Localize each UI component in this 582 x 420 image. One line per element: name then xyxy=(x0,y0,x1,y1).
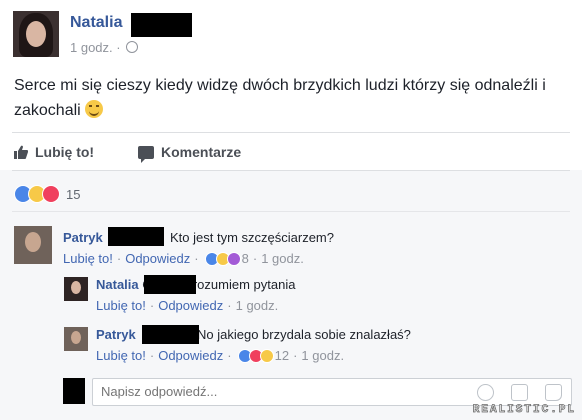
reply-input[interactable] xyxy=(93,379,469,403)
like-icon xyxy=(14,145,28,159)
watermark: REALISTIC.PL xyxy=(472,404,576,417)
comment-reactions-icon[interactable] xyxy=(204,251,241,266)
globe-icon xyxy=(126,41,139,53)
camera-icon[interactable] xyxy=(511,384,528,401)
comment-text: No jakiego brzydala sobie znalazłaś? xyxy=(197,327,411,342)
comment-time[interactable]: 1 godz. xyxy=(261,251,304,266)
sticker-icon[interactable] xyxy=(545,384,562,401)
love-reaction-icon xyxy=(42,185,60,203)
reply-box xyxy=(92,378,572,406)
comment-avatar[interactable] xyxy=(64,277,88,301)
like-button[interactable]: Lubię to! xyxy=(14,144,94,160)
facebook-post: Natalia 1 godz. · Serce mi się cieszy ki… xyxy=(0,0,582,420)
author-name[interactable]: Natalia xyxy=(70,14,122,32)
comment-avatar[interactable] xyxy=(64,327,88,351)
comment: Patryk Kto jest tym szczęściarzem? xyxy=(63,230,334,245)
divider xyxy=(12,211,570,212)
author-avatar[interactable] xyxy=(13,11,59,57)
redacted-surname xyxy=(108,227,164,246)
emoji-icon[interactable] xyxy=(477,384,494,401)
comment-like-link[interactable]: Lubię to! xyxy=(96,298,146,313)
comment-reply-link[interactable]: Odpowiedz xyxy=(158,348,223,363)
comment-like-link[interactable]: Lubię to! xyxy=(63,251,113,266)
post-time[interactable]: 1 godz. · xyxy=(70,40,121,55)
comment-avatar[interactable] xyxy=(14,226,52,264)
comment-actions: Lubię to! · Odpowiedz · 12 · 1 godz. xyxy=(96,348,345,363)
comment-time[interactable]: 1 godz. xyxy=(301,348,344,363)
post-text: Serce mi się cieszy kiedy widzę dwóch br… xyxy=(14,77,546,119)
divider xyxy=(12,132,570,133)
comment-author[interactable]: Patryk xyxy=(96,327,136,342)
divider xyxy=(12,170,570,171)
comment-reply-link[interactable]: Odpowiedz xyxy=(158,298,223,313)
comment-reactions-count: 12 xyxy=(274,348,290,363)
comment-text: Kto jest tym szczęściarzem? xyxy=(170,230,334,245)
comment-reply-link[interactable]: Odpowiedz xyxy=(125,251,190,266)
comment-icon xyxy=(138,145,154,163)
redacted-avatar xyxy=(63,378,85,404)
comment-reactions-icon[interactable] xyxy=(237,348,274,363)
comment-actions: Lubię to! · Odpowiedz · 8 · 1 godz. xyxy=(63,251,304,266)
reactions-summary[interactable]: 15 xyxy=(14,185,80,203)
smiley-emoji-icon xyxy=(85,100,104,118)
comment-author[interactable]: Patryk xyxy=(63,230,103,245)
comment-actions: Lubię to! · Odpowiedz · 1 godz. xyxy=(96,298,279,313)
comment-button[interactable]: Komentarze xyxy=(138,144,241,163)
redacted-surname xyxy=(131,13,192,37)
redacted-surname xyxy=(142,325,199,344)
reactions-count: 15 xyxy=(66,186,81,202)
comment-like-link[interactable]: Lubię to! xyxy=(96,348,146,363)
comment-time[interactable]: 1 godz. xyxy=(236,298,279,313)
post-meta: 1 godz. · xyxy=(70,40,139,55)
redacted-surname xyxy=(144,275,196,294)
comment-author[interactable]: Natalia xyxy=(96,277,139,292)
comment-reactions-count: 8 xyxy=(241,251,249,266)
